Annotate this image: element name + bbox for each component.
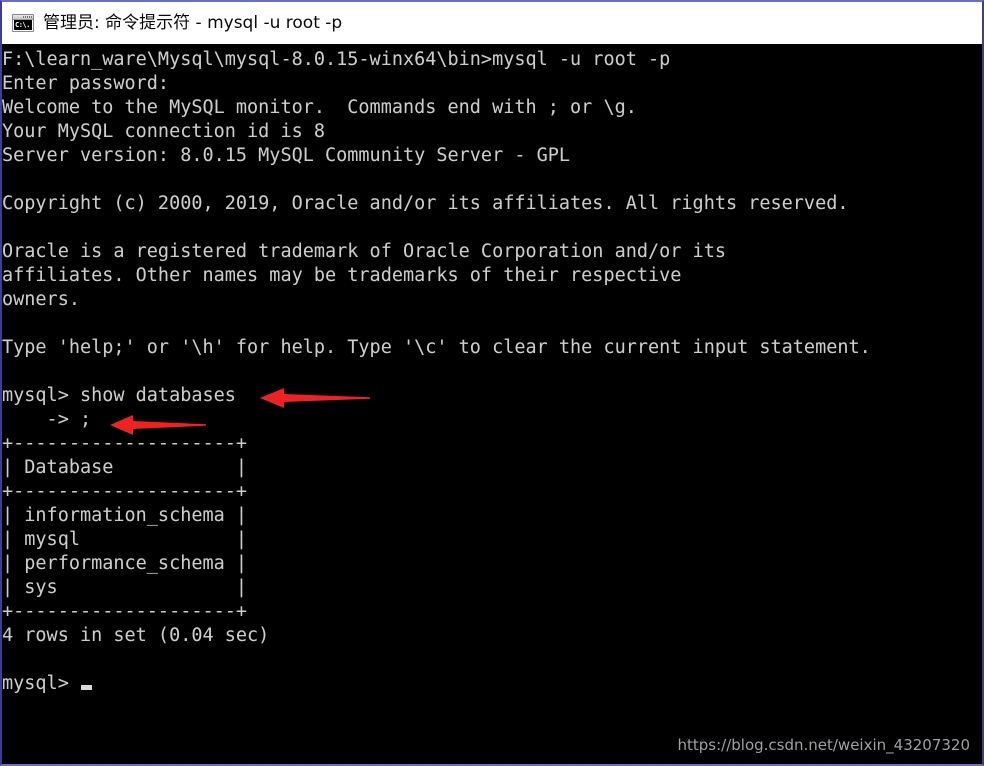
cmd-console-icon: C:\. [12, 14, 34, 32]
cmd-icon-screen-text: C:\. [14, 20, 32, 30]
blog-watermark: https://blog.csdn.net/weixin_43207320 [677, 736, 970, 754]
console-output-area[interactable]: F:\learn_ware\Mysql\mysql-8.0.15-winx64\… [2, 44, 982, 764]
text-cursor [80, 685, 92, 690]
command-prompt-window: C:\. 管理员: 命令提示符 - mysql -u root -p F:\le… [0, 0, 984, 766]
console-text-buffer: F:\learn_ware\Mysql\mysql-8.0.15-winx64\… [2, 49, 871, 694]
window-titlebar[interactable]: C:\. 管理员: 命令提示符 - mysql -u root -p [2, 2, 982, 44]
window-title-text: 管理员: 命令提示符 - mysql -u root -p [43, 12, 343, 33]
